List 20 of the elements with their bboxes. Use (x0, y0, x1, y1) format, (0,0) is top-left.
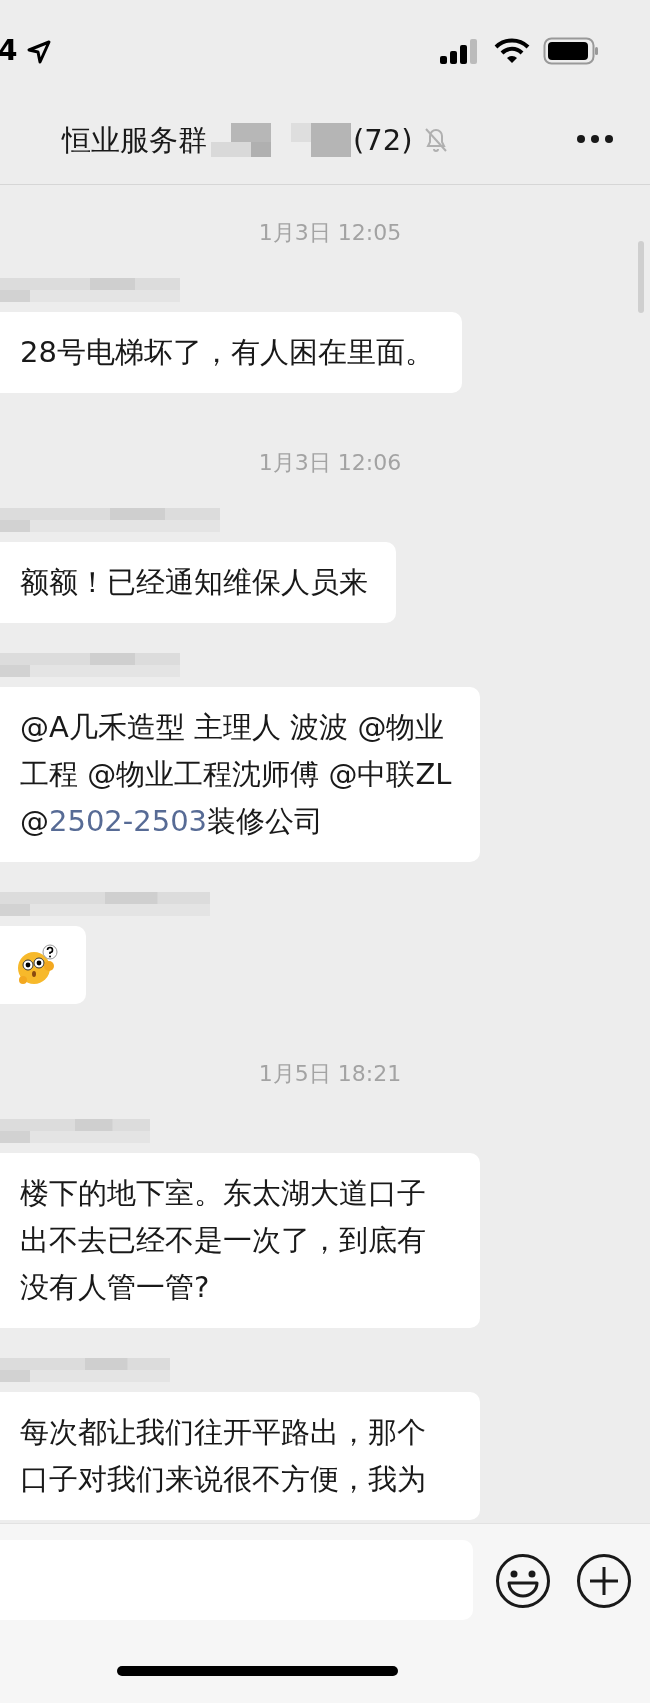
timestamp: 1月3日 12:05 (257, 219, 403, 247)
confused-emoji-icon (16, 943, 60, 987)
timestamp: 1月3日 12:06 (257, 449, 403, 477)
add-icon[interactable] (576, 1553, 632, 1609)
member-count: (72) (353, 122, 413, 159)
battery-icon (543, 37, 599, 65)
message-bubble: 楼下的地下室。东太湖大道口子出不去已经不是一次了，到底有没有人管一管? (0, 1153, 480, 1328)
timestamp: 1月5日 18:21 (257, 1060, 403, 1088)
signal-icon (440, 38, 480, 64)
message-bubble: 28号电梯坏了，有人困在里面。 (0, 312, 462, 393)
message-bubble: 每次都让我们往开平路出，那个口子对我们来说很不方便，我为 (0, 1392, 480, 1520)
clock-time: 4 (0, 34, 18, 68)
emoji-icon[interactable] (495, 1553, 551, 1609)
scrollbar (638, 241, 644, 313)
message-link[interactable]: 2502-2503 (49, 804, 208, 838)
chat-title: 恒业服务群 (62, 122, 207, 159)
message-bubble: 额额！已经通知维保人员来 (0, 542, 396, 623)
message-bubble: @A几禾造型 主理人 波波 @物业工程 @物业工程沈师傅 @中联ZL @2502-2503装修公司 (0, 687, 480, 862)
more-icon[interactable] (576, 134, 614, 144)
wifi-icon (494, 38, 530, 64)
